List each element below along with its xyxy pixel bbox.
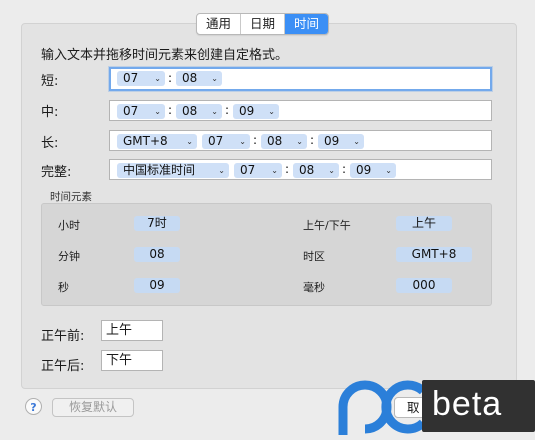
separator: :	[168, 71, 173, 85]
token-text: 07	[240, 163, 256, 177]
separator: :	[253, 133, 258, 147]
full-format-field[interactable]: 中国标准时间 ⌄ 07 ⌄ : 08 ⌄ : 09 ⌄	[109, 159, 492, 180]
separator: :	[168, 103, 173, 117]
chevron-down-icon: ⌄	[211, 74, 218, 83]
second-token[interactable]: 08 ⌄	[176, 71, 222, 86]
separator: :	[285, 162, 290, 176]
hour-element-chip[interactable]: 7时	[134, 216, 180, 231]
token-text: 中国标准时间	[123, 163, 196, 177]
element-label-millisecond: 毫秒	[303, 281, 325, 294]
token-text: 09	[356, 163, 372, 177]
minute-element-chip[interactable]: 08	[134, 247, 180, 262]
long-format-field[interactable]: GMT+8 ⌄ 07 ⌄ : 08 ⌄ : 09 ⌄	[109, 130, 492, 151]
chevron-down-icon: ⌄	[154, 74, 161, 83]
chevron-down-icon: ⌄	[385, 166, 392, 175]
element-label-minute: 分钟	[58, 250, 80, 263]
timezone-name-token[interactable]: 中国标准时间 ⌄	[117, 163, 229, 178]
chevron-down-icon: ⌄	[218, 166, 225, 175]
token-text: 09	[324, 134, 340, 148]
chevron-down-icon: ⌄	[296, 137, 303, 146]
beta-box: beta	[422, 380, 535, 432]
token-text: 08	[299, 163, 315, 177]
am-label: 正午前:	[41, 329, 85, 344]
short-format-label: 短:	[41, 74, 59, 89]
separator: :	[225, 103, 230, 117]
minute-token[interactable]: 08 ⌄	[176, 104, 222, 119]
token-text: 09	[239, 104, 255, 118]
element-label-timezone: 时区	[303, 250, 325, 263]
logo-icon	[338, 380, 427, 435]
element-label-ampm: 上午/下午	[303, 219, 351, 232]
tab-general[interactable]: 通用	[197, 14, 242, 34]
timezone-element-chip[interactable]: GMT+8	[396, 247, 472, 262]
pm-label: 正午后:	[41, 359, 85, 374]
chevron-down-icon: ⌄	[239, 137, 246, 146]
token-text: GMT+8	[123, 134, 168, 148]
medium-format-field[interactable]: 07 ⌄ : 08 ⌄ : 09 ⌄	[109, 100, 492, 121]
tab-date[interactable]: 日期	[241, 14, 286, 34]
tab-time[interactable]: 时间	[285, 14, 329, 34]
full-format-label: 完整:	[41, 165, 72, 180]
token-text: 08	[182, 71, 198, 85]
second-element-chip[interactable]: 09	[134, 278, 180, 293]
token-text: 08	[182, 104, 198, 118]
chevron-down-icon: ⌄	[328, 166, 335, 175]
minute-token[interactable]: 08 ⌄	[293, 163, 339, 178]
chevron-down-icon: ⌄	[268, 107, 275, 116]
help-button[interactable]: ?	[25, 398, 42, 415]
pm-input[interactable]: 下午	[101, 350, 163, 371]
chevron-down-icon: ⌄	[211, 107, 218, 116]
short-format-field[interactable]: 07 ⌄ : 08 ⌄	[109, 67, 492, 91]
beta-text: beta	[432, 385, 503, 423]
token-text: 07	[123, 71, 139, 85]
hour-token[interactable]: 07 ⌄	[202, 134, 250, 149]
second-token[interactable]: 09 ⌄	[350, 163, 396, 178]
token-text: 07	[208, 134, 224, 148]
medium-format-label: 中:	[41, 105, 59, 120]
token-text: 07	[123, 104, 139, 118]
second-token[interactable]: 09 ⌄	[233, 104, 279, 119]
time-elements-title: 时间元素	[50, 191, 92, 203]
chevron-down-icon: ⌄	[154, 107, 161, 116]
separator: :	[342, 162, 347, 176]
time-elements-box: 小时 7时 上午/下午 上午 分钟 08 时区 GMT+8 秒 09 毫秒 00…	[41, 203, 492, 306]
restore-defaults-button[interactable]: 恢复默认	[52, 398, 134, 417]
instruction-text: 输入文本并拖移时间元素来创建自定格式。	[41, 48, 289, 63]
element-label-second: 秒	[58, 281, 69, 294]
hour-token[interactable]: 07 ⌄	[117, 104, 165, 119]
chevron-down-icon: ⌄	[186, 137, 193, 146]
minute-token[interactable]: 07 ⌄	[117, 71, 165, 86]
timezone-token[interactable]: GMT+8 ⌄	[117, 134, 197, 149]
chevron-down-icon: ⌄	[271, 166, 278, 175]
ampm-element-chip[interactable]: 上午	[396, 216, 452, 231]
millisecond-element-chip[interactable]: 000	[396, 278, 452, 293]
hour-token[interactable]: 07 ⌄	[234, 163, 282, 178]
minute-token[interactable]: 08 ⌄	[261, 134, 307, 149]
tab-bar: 通用 日期 时间	[196, 13, 330, 35]
watermark: beta	[335, 375, 535, 440]
second-token[interactable]: 09 ⌄	[318, 134, 364, 149]
element-label-hour: 小时	[58, 219, 80, 232]
am-input[interactable]: 上午	[101, 320, 163, 341]
token-text: 08	[267, 134, 283, 148]
long-format-label: 长:	[41, 136, 59, 151]
chevron-down-icon: ⌄	[353, 137, 360, 146]
separator: :	[310, 133, 315, 147]
